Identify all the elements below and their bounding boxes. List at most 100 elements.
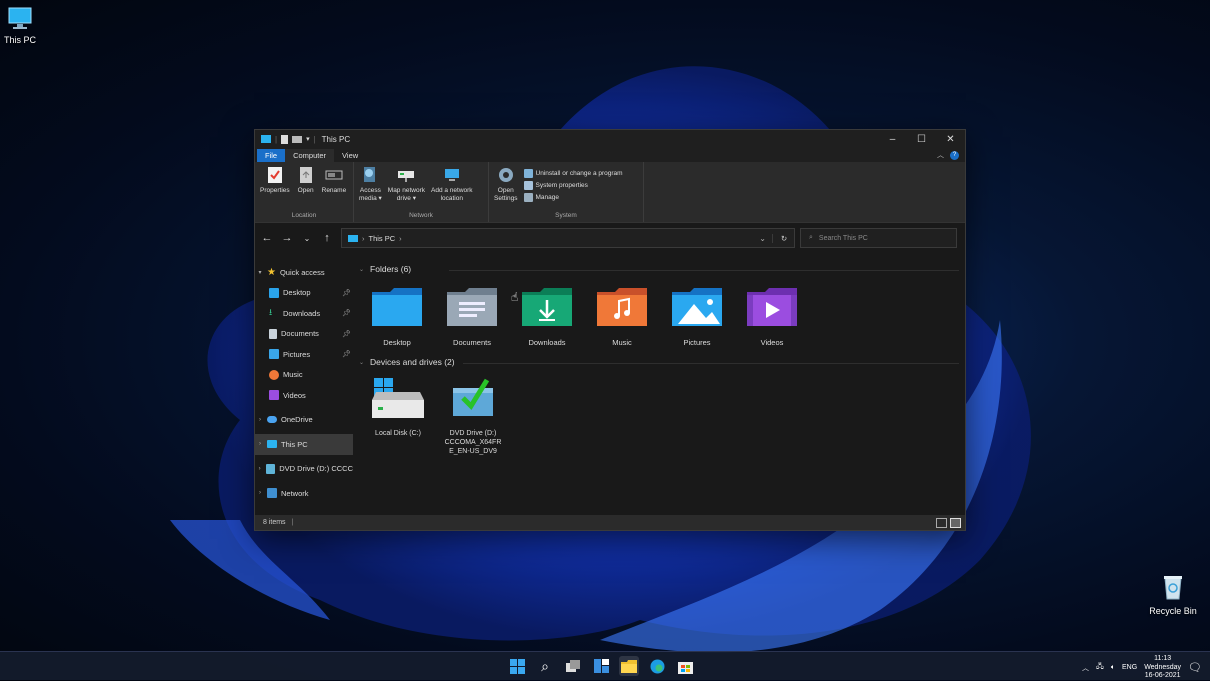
forward-button[interactable]: → [277, 232, 297, 244]
up-button[interactable]: ↑ [317, 232, 337, 244]
chevron-right-icon[interactable]: › [255, 466, 264, 472]
file-explorer-taskbar-icon[interactable] [619, 656, 639, 676]
folder-videos[interactable]: Videos [740, 286, 804, 347]
folder-downloads-label: Downloads [528, 338, 566, 347]
folders-section-header[interactable]: ⌄ Folders (6) [359, 264, 959, 274]
devices-section-header[interactable]: ⌄ Devices and drives (2) [359, 357, 959, 367]
nav-pictures[interactable]: Pictures 📌︎ [255, 344, 353, 365]
folder-music[interactable]: Music [590, 286, 654, 347]
details-view-button[interactable] [936, 517, 947, 528]
network-drive-icon [396, 165, 416, 185]
nav-music[interactable]: Music [255, 365, 353, 386]
monitor-icon [8, 7, 32, 29]
local-disk-label: Local Disk (C:) [375, 430, 421, 437]
start-windows-icon[interactable] [507, 656, 527, 676]
new-folder-quick-icon[interactable] [292, 135, 303, 143]
chevron-down-icon[interactable]: ▾ [255, 269, 265, 276]
desktop-this-pc-icon[interactable]: This PC [0, 6, 55, 45]
folder-downloads[interactable]: Downloads [515, 286, 579, 347]
minimize-button[interactable]: – [878, 130, 907, 148]
folder-documents[interactable]: Documents [440, 286, 504, 347]
back-button[interactable]: ← [257, 232, 277, 244]
title-bar: | ▾ | This PC – ☐ ✕ [255, 130, 965, 148]
folder-desktop[interactable]: Desktop [365, 286, 429, 347]
recent-locations-button[interactable]: ⌄ [297, 234, 317, 243]
tab-computer[interactable]: Computer [285, 149, 335, 162]
nav-network[interactable]: › Network [255, 483, 353, 504]
open-settings-button[interactable]: Open Settings [492, 165, 520, 202]
close-button[interactable]: ✕ [936, 130, 965, 148]
language-indicator[interactable]: ENG [1122, 664, 1137, 671]
search-icon: ⌕ [809, 234, 813, 241]
nav-dvd-drive[interactable]: › DVD Drive (D:) CCCC [255, 459, 353, 480]
music-icon [269, 369, 279, 380]
map-drive-label-1: Map network [387, 187, 425, 194]
chevron-right-icon[interactable]: › [255, 417, 265, 423]
network-status-icon[interactable]: 🖧︎ [1096, 662, 1104, 673]
customize-chevron-icon[interactable]: ▾ [306, 135, 310, 143]
chevron-right-icon[interactable]: › [255, 490, 265, 496]
collapse-ribbon-icon[interactable]: ︿ [937, 150, 944, 160]
clock[interactable]: 11:13 Wednesday 16-06-2021 [1144, 655, 1181, 681]
task-view-icon[interactable] [563, 656, 583, 676]
nav-videos[interactable]: Videos [255, 385, 353, 406]
tab-view[interactable]: View [334, 149, 366, 162]
dvd-label-line-1: DVD Drive (D:) [449, 430, 497, 437]
edge-browser-icon[interactable] [647, 656, 667, 676]
nav-desktop-label: Desktop [283, 288, 311, 298]
search-box[interactable]: ⌕ Search This PC [800, 228, 957, 248]
nav-quick-access[interactable]: ▾ ★ Quick access [255, 262, 353, 283]
rename-button[interactable]: Rename [320, 165, 349, 195]
nav-downloads[interactable]: ⭳ Downloads 📌︎ [255, 303, 353, 324]
open-button[interactable]: Open [294, 165, 318, 195]
drive-local-disk-c[interactable]: Local Disk (C:) [363, 376, 433, 438]
nav-onedrive[interactable]: › OneDrive [255, 410, 353, 431]
address-crumb-this-pc[interactable]: This PC [369, 234, 396, 243]
properties-icon [265, 165, 285, 185]
drive-dvd-d[interactable]: DVD Drive (D:) CCCOMA_X64FR E_EN-US_DV9 [438, 376, 508, 456]
show-hidden-icons-chevron-up-icon[interactable]: ︿ [1082, 663, 1089, 673]
address-dropdown-icon[interactable]: ⌄ [759, 234, 766, 243]
system-tray: ︿ 🖧︎ 🔈︎ ENG 11:13 Wednesday 16-06-2021 🗨… [1082, 655, 1202, 681]
help-icon[interactable]: ? [950, 150, 959, 160]
status-bar: 8 items | [255, 515, 965, 530]
monitor-icon [267, 440, 277, 449]
window-controls: – ☐ ✕ [878, 130, 965, 148]
maximize-button[interactable]: ☐ [907, 130, 936, 148]
this-pc-address-icon [348, 234, 358, 242]
refresh-icon[interactable]: ↻ [772, 233, 795, 243]
taskbar-apps: ⌕ [507, 656, 695, 676]
system-properties-icon [523, 181, 533, 190]
desktop-recycle-bin-icon[interactable]: Recycle Bin [1138, 573, 1208, 616]
add-network-location-button[interactable]: Add a network location [429, 165, 475, 202]
search-icon[interactable]: ⌕ [535, 656, 555, 676]
notifications-icon[interactable]: 🗨︎ [1188, 661, 1202, 674]
tab-file[interactable]: File [257, 149, 286, 162]
store-icon[interactable] [675, 656, 695, 676]
properties-quick-icon[interactable] [281, 134, 289, 144]
folder-pictures[interactable]: Pictures [665, 286, 729, 347]
properties-button[interactable]: Properties [258, 165, 292, 195]
nav-dvd-drive-label: DVD Drive (D:) CCCC [279, 464, 353, 474]
uninstall-program-button[interactable]: Uninstall or change a program [523, 169, 623, 178]
address-separator-end: › [399, 233, 402, 243]
system-properties-button[interactable]: System properties [523, 181, 623, 190]
access-media-button[interactable]: Access media ▾ [357, 165, 384, 202]
manage-button[interactable]: Manage [523, 193, 623, 202]
nav-documents[interactable]: Documents 📌︎ [255, 324, 353, 345]
group-label-location: Location [291, 212, 317, 219]
address-bar[interactable]: › This PC › ⌄ ↻ [341, 228, 795, 248]
add-network-location-icon [442, 165, 462, 185]
widgets-icon[interactable] [591, 656, 611, 676]
nav-this-pc[interactable]: › This PC [255, 434, 353, 455]
map-drive-label-2: drive ▾ [396, 194, 416, 202]
large-icons-view-button[interactable] [950, 517, 961, 528]
nav-desktop[interactable]: Desktop 📌︎ [255, 283, 353, 304]
chevron-right-icon[interactable]: › [255, 441, 265, 447]
access-media-icon [360, 165, 380, 185]
map-network-drive-button[interactable]: Map network drive ▾ [386, 165, 427, 202]
nav-documents-label: Documents [281, 329, 319, 339]
pin-icon: 📌︎ [342, 289, 351, 297]
add-location-label-1: Add a network [431, 187, 473, 194]
volume-icon[interactable]: 🔈︎ [1111, 664, 1115, 672]
